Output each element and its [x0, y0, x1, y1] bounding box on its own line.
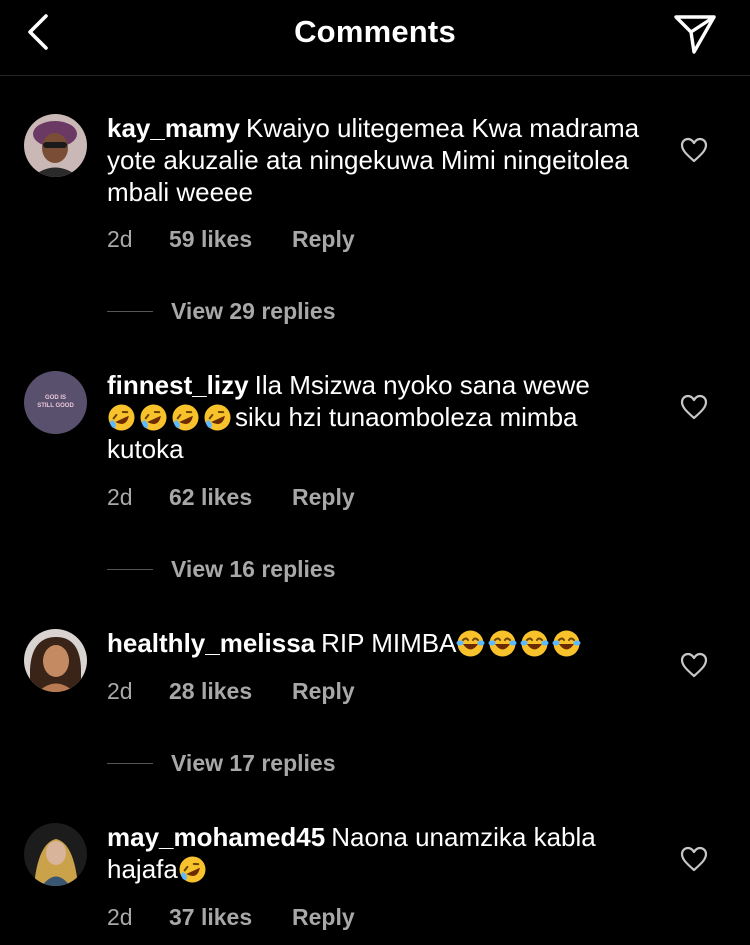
comment-username[interactable]: healthly_melissa: [107, 628, 315, 658]
rolling-on-floor-laughing-emoji: [139, 403, 168, 432]
comment-meta: 2d 62 likes Reply: [107, 484, 355, 511]
heart-icon: [680, 394, 708, 420]
heart-icon: [680, 137, 708, 163]
comment-username[interactable]: finnest_lizy: [107, 370, 249, 400]
view-replies-label: View 17 replies: [171, 750, 336, 776]
like-button[interactable]: [680, 394, 708, 420]
comment-body: Ila Msizwa nyoko sana wewe: [254, 370, 590, 400]
heart-icon: [680, 652, 708, 678]
svg-text:GOD IS: GOD IS: [45, 395, 66, 401]
comment-body: RIP MIMBA: [321, 628, 457, 658]
comment-time: 2d: [107, 904, 133, 930]
avatar[interactable]: GOD IS STILL GOOD: [24, 371, 87, 434]
face-with-tears-of-joy-emoji: [552, 629, 581, 658]
reply-button[interactable]: Reply: [292, 226, 355, 253]
rolling-on-floor-laughing-emoji: [171, 403, 200, 432]
comment-time: 2d: [107, 678, 133, 704]
divider-line: [107, 311, 153, 312]
reply-button[interactable]: Reply: [292, 678, 355, 705]
comment-meta: 2d 28 likes Reply: [107, 678, 355, 705]
avatar[interactable]: [24, 823, 87, 886]
comment-likes[interactable]: 28 likes: [169, 678, 252, 705]
face-with-tears-of-joy-emoji: [456, 629, 485, 658]
view-replies-label: View 16 replies: [171, 556, 336, 582]
comment-time: 2d: [107, 226, 133, 252]
divider-line: [107, 763, 153, 764]
like-button[interactable]: [680, 652, 708, 678]
comment-time: 2d: [107, 484, 133, 510]
like-button[interactable]: [680, 846, 708, 872]
comment-text: finnest_lizy Ila Msizwa nyoko sana wewe s…: [107, 369, 647, 465]
comment-likes[interactable]: 37 likes: [169, 904, 252, 931]
rolling-on-floor-laughing-emoji: [203, 403, 232, 432]
reply-button[interactable]: Reply: [292, 904, 355, 931]
comment-meta: 2d 59 likes Reply: [107, 226, 355, 253]
comment-text: may_mohamed45 Naona unamzika kabla hajafa: [107, 821, 647, 885]
page-title: Comments: [294, 14, 456, 49]
header-bar: Comments: [0, 0, 750, 76]
comment-likes[interactable]: 62 likes: [169, 484, 252, 511]
reply-button[interactable]: Reply: [292, 484, 355, 511]
avatar[interactable]: [24, 114, 87, 177]
rolling-on-floor-laughing-emoji: [107, 403, 136, 432]
like-button[interactable]: [680, 137, 708, 163]
comment-meta: 2d 37 likes Reply: [107, 904, 355, 931]
comment-text: healthly_melissa RIP MIMBA: [107, 627, 647, 659]
divider-line: [107, 569, 153, 570]
share-button[interactable]: [670, 10, 720, 56]
face-with-tears-of-joy-emoji: [520, 629, 549, 658]
heart-icon: [680, 846, 708, 872]
paper-plane-icon: [674, 15, 716, 54]
comment-username[interactable]: may_mohamed45: [107, 822, 325, 852]
avatar[interactable]: [24, 629, 87, 692]
view-replies-label: View 29 replies: [171, 298, 336, 324]
comment-likes[interactable]: 59 likes: [169, 226, 252, 253]
svg-text:STILL GOOD: STILL GOOD: [37, 403, 74, 409]
comment-text: kay_mamy Kwaiyo ulitegemea Kwa madrama yo…: [107, 112, 647, 208]
rolling-on-floor-laughing-emoji: [178, 855, 207, 884]
comment-username[interactable]: kay_mamy: [107, 113, 240, 143]
face-with-tears-of-joy-emoji: [488, 629, 517, 658]
